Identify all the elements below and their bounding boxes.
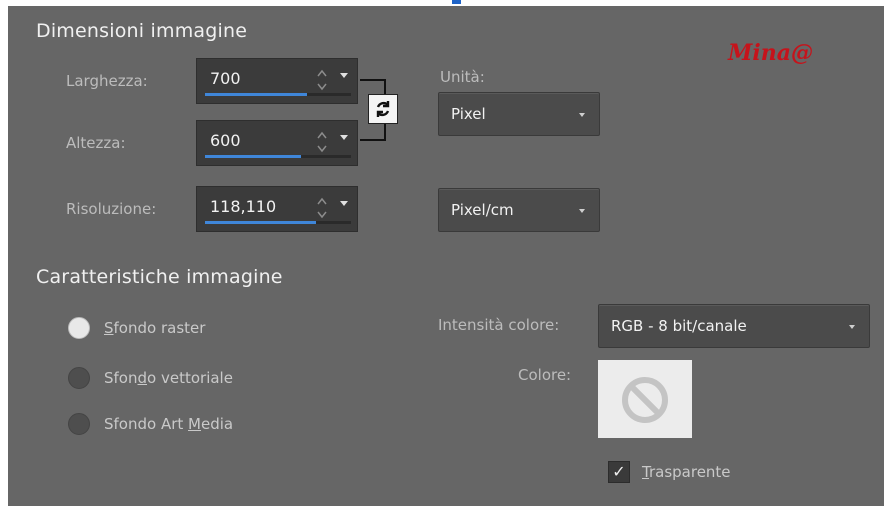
color-depth-chevron-down-icon: [849, 325, 855, 329]
width-slider-fill: [205, 93, 307, 96]
vector-background-radio[interactable]: [68, 367, 90, 389]
raster-background-option[interactable]: Sfondo raster: [68, 316, 328, 344]
link-bracket-bottom: [360, 139, 386, 141]
resolution-unit-chevron-down-icon: [579, 209, 585, 213]
height-value: 600: [210, 131, 241, 150]
resolution-value: 118,110: [210, 197, 277, 216]
size-unit-value: Pixel: [451, 105, 486, 123]
resolution-dropdown-arrow-icon[interactable]: [340, 201, 348, 206]
height-spin-arrows-icon[interactable]: [317, 130, 327, 154]
resolution-spinbox[interactable]: 118,110: [196, 186, 358, 232]
color-depth-dropdown[interactable]: RGB - 8 bit/canale: [598, 304, 870, 348]
resolution-spin-arrows-icon[interactable]: [317, 196, 327, 220]
width-value: 700: [210, 69, 241, 88]
aspect-lock-icon[interactable]: [368, 94, 398, 124]
size-unit-chevron-down-icon: [579, 113, 585, 117]
characteristics-section-title: Caratteristiche immagine: [36, 266, 283, 288]
units-label: Unità:: [440, 68, 485, 86]
height-dropdown-arrow-icon[interactable]: [340, 135, 348, 140]
color-label: Colore:: [518, 366, 572, 384]
width-label: Larghezza:: [66, 72, 148, 90]
link-bracket-top: [360, 79, 386, 81]
height-label: Altezza:: [66, 134, 126, 152]
raster-background-label: Sfondo raster: [104, 319, 206, 337]
height-slider-fill: [205, 155, 301, 158]
width-dropdown-arrow-icon[interactable]: [340, 73, 348, 78]
vector-background-label: Sfondo vettoriale: [104, 369, 233, 387]
brand-watermark: Mina@: [728, 40, 813, 66]
height-spinbox[interactable]: 600: [196, 120, 358, 166]
width-spin-arrows-icon[interactable]: [317, 68, 327, 92]
transparent-option[interactable]: ✓ Trasparente: [608, 460, 788, 488]
size-unit-dropdown[interactable]: Pixel: [438, 92, 600, 136]
color-swatch[interactable]: [598, 360, 692, 438]
transparent-label: Trasparente: [642, 463, 731, 481]
dimensions-section-title: Dimensioni immagine: [36, 20, 248, 42]
vector-background-option[interactable]: Sfondo vettoriale: [68, 366, 328, 394]
resolution-slider-fill: [205, 221, 316, 224]
art-media-background-label: Sfondo Art Media: [104, 415, 234, 433]
new-image-dialog-panel: Dimensioni immagine Mina@ Larghezza: 700…: [8, 6, 884, 506]
no-color-icon: [622, 377, 668, 423]
color-depth-value: RGB - 8 bit/canale: [611, 317, 747, 335]
resolution-unit-dropdown[interactable]: Pixel/cm: [438, 188, 600, 232]
art-media-background-option[interactable]: Sfondo Art Media: [68, 412, 328, 440]
top-focus-mark: [452, 0, 461, 4]
resolution-unit-value: Pixel/cm: [451, 201, 514, 219]
transparent-checkbox[interactable]: ✓: [608, 461, 630, 483]
color-depth-label: Intensità colore:: [438, 316, 560, 334]
art-media-background-radio[interactable]: [68, 413, 90, 435]
resolution-label: Risoluzione:: [66, 200, 157, 218]
width-spinbox[interactable]: 700: [196, 58, 358, 104]
raster-background-radio[interactable]: [68, 317, 90, 339]
